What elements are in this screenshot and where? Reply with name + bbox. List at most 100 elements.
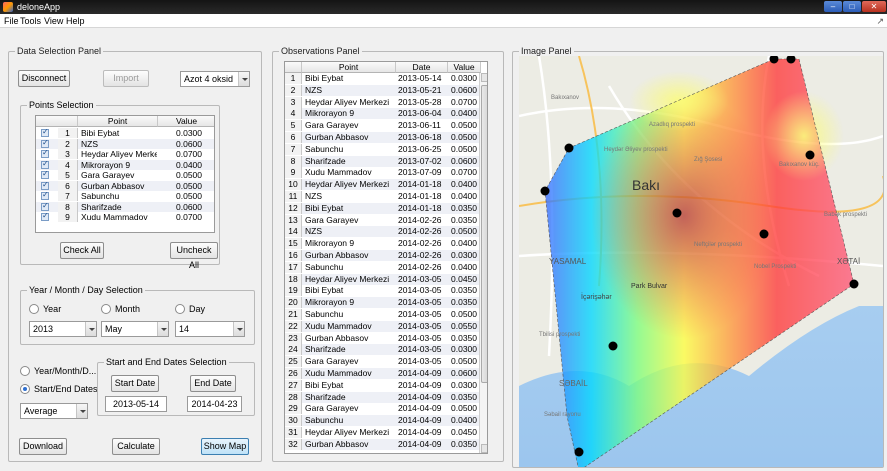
point-checkbox[interactable] xyxy=(41,169,49,179)
end-date-button[interactable]: End Date xyxy=(190,375,236,392)
observation-row[interactable]: 31 Heydar Aliyev Merkezi 2014-04-09 0.0450 xyxy=(285,427,479,438)
observations-table[interactable]: Point Date Value 1 Bibi Eybat 2013-05-14 0.… xyxy=(284,61,488,454)
menu-tools[interactable]: Tools xyxy=(20,16,41,26)
station-marker[interactable] xyxy=(574,447,584,457)
observation-row[interactable]: 20 Mikrorayon 9 2014-03-05 0.0350 xyxy=(285,297,479,309)
observation-row[interactable]: 21 Sabunchu 2014-03-05 0.0500 xyxy=(285,309,479,320)
observation-row[interactable]: 12 Bibi Eybat 2014-01-18 0.0350 xyxy=(285,202,479,214)
station-marker[interactable] xyxy=(849,279,859,289)
observation-row[interactable]: 19 Bibi Eybat 2014-03-05 0.0350 xyxy=(285,285,479,297)
scroll-up-icon[interactable] xyxy=(481,73,487,82)
observation-row[interactable]: 6 Gurban Abbasov 2013-06-18 0.0500 xyxy=(285,132,479,143)
menu-view[interactable]: View xyxy=(44,16,63,26)
point-checkbox[interactable] xyxy=(41,138,49,148)
point-checkbox[interactable] xyxy=(41,180,49,190)
observation-row[interactable]: 2 NZS 2013-05-21 0.0600 xyxy=(285,84,479,96)
show-map-button[interactable]: Show Map xyxy=(201,438,249,455)
points-row[interactable]: 9Xudu Mammadov 0.0700 xyxy=(36,211,214,222)
calculate-button[interactable]: Calculate xyxy=(112,438,160,455)
observation-row[interactable]: 7 Sabunchu 2013-06-25 0.0500 xyxy=(285,143,479,155)
points-row[interactable]: 4Mikrorayon 9 0.0400 xyxy=(36,159,214,170)
point-checkbox[interactable] xyxy=(41,127,49,137)
download-button[interactable]: Download xyxy=(19,438,67,455)
radio-start-end-dates[interactable]: Start/End Dates xyxy=(20,383,98,395)
close-button[interactable]: ✕ xyxy=(862,1,886,12)
pollutant-select[interactable]: Azot 4 oksid xyxy=(180,71,250,87)
radio-month[interactable]: Month xyxy=(101,303,140,315)
observations-scrollbar[interactable] xyxy=(479,73,487,453)
points-row[interactable]: 5Gara Garayev 0.0500 xyxy=(36,169,214,180)
obs-row-value: 0.0500 xyxy=(451,143,477,154)
start-date-field[interactable]: 2013-05-14 xyxy=(105,396,167,412)
station-marker[interactable] xyxy=(759,229,769,239)
menu-file[interactable]: File xyxy=(4,16,19,26)
observation-row[interactable]: 11 NZS 2014-01-18 0.0400 xyxy=(285,191,479,202)
pollution-map[interactable]: Bakı YASAMAL XƏTAİ Park Bulvar İçərişəhə… xyxy=(519,56,883,467)
obs-row-point: Heydar Aliyev Merkezi xyxy=(305,427,390,437)
observation-row[interactable]: 18 Heydar Aliyev Merkezi 2014-03-05 0.0450 xyxy=(285,273,479,285)
import-button[interactable]: Import xyxy=(103,70,149,87)
radio-day[interactable]: Day xyxy=(175,303,205,315)
obs-row-value: 0.0350 xyxy=(451,285,477,296)
station-marker[interactable] xyxy=(540,186,550,196)
observation-row[interactable]: 26 Xudu Mammadov 2014-04-09 0.0600 xyxy=(285,368,479,379)
point-checkbox[interactable] xyxy=(41,211,49,221)
start-date-button[interactable]: Start Date xyxy=(111,375,159,392)
observation-row[interactable]: 29 Gara Garayev 2014-04-09 0.0500 xyxy=(285,403,479,415)
station-marker[interactable] xyxy=(608,341,618,351)
obs-row-date: 2014-03-05 xyxy=(398,320,442,331)
point-checkbox[interactable] xyxy=(41,159,49,169)
disconnect-button[interactable]: Disconnect xyxy=(18,70,70,87)
end-date-field[interactable]: 2014-04-23 xyxy=(187,396,242,412)
points-row[interactable]: 1Bibi Eybat 0.0300 xyxy=(36,127,214,138)
observation-row[interactable]: 10 Heydar Aliyev Merkezi 2014-01-18 0.0400 xyxy=(285,179,479,191)
scroll-down-icon[interactable] xyxy=(481,444,487,453)
observation-row[interactable]: 4 Mikrorayon 9 2013-06-04 0.0400 xyxy=(285,108,479,120)
station-marker[interactable] xyxy=(805,150,815,160)
station-marker[interactable] xyxy=(564,143,574,153)
observation-row[interactable]: 15 Mikrorayon 9 2014-02-26 0.0400 xyxy=(285,238,479,250)
year-select[interactable]: 2013 xyxy=(29,321,97,337)
points-row[interactable]: 2NZS 0.0600 xyxy=(36,138,214,149)
observation-row[interactable]: 8 Sharifzade 2013-07-02 0.0600 xyxy=(285,155,479,167)
obs-row-number: 29 xyxy=(285,403,302,415)
observation-row[interactable]: 5 Gara Garayev 2013-06-11 0.0500 xyxy=(285,120,479,132)
aggregate-select[interactable]: Average xyxy=(20,403,88,419)
minimize-button[interactable]: – xyxy=(824,1,842,12)
observation-row[interactable]: 30 Sabunchu 2014-04-09 0.0400 xyxy=(285,415,479,427)
month-select[interactable]: May xyxy=(101,321,169,337)
observation-row[interactable]: 17 Sabunchu 2014-02-26 0.0400 xyxy=(285,261,479,273)
day-select[interactable]: 14 xyxy=(175,321,245,337)
observation-row[interactable]: 32 Gurban Abbasov 2014-04-09 0.0350 xyxy=(285,438,479,450)
observation-row[interactable]: 13 Gara Garayev 2014-02-26 0.0350 xyxy=(285,214,479,226)
observation-row[interactable]: 25 Gara Garayev 2014-03-05 0.0500 xyxy=(285,356,479,368)
uncheck-all-button[interactable]: Uncheck All xyxy=(170,242,218,270)
observation-row[interactable]: 9 Xudu Mammadov 2013-07-09 0.0700 xyxy=(285,167,479,179)
scrollbar-thumb[interactable] xyxy=(481,85,487,383)
observation-row[interactable]: 24 Sharifzade 2014-03-05 0.0300 xyxy=(285,344,479,356)
observation-row[interactable]: 23 Gurban Abbasov 2014-03-05 0.0350 xyxy=(285,332,479,344)
points-row[interactable]: 8Sharifzade 0.0600 xyxy=(36,201,214,212)
observation-row[interactable]: 27 Bibi Eybat 2014-04-09 0.0300 xyxy=(285,379,479,391)
point-checkbox[interactable] xyxy=(41,190,49,200)
radio-year[interactable]: Year xyxy=(29,303,61,315)
observation-row[interactable]: 14 NZS 2014-02-26 0.0500 xyxy=(285,226,479,238)
points-row[interactable]: 3Heydar Aliyev Merkezi 0.0700 xyxy=(36,148,214,159)
points-row[interactable]: 6Gurban Abbasov 0.0500 xyxy=(36,180,214,191)
point-checkbox[interactable] xyxy=(41,201,49,211)
check-all-button[interactable]: Check All xyxy=(60,242,104,259)
menu-help[interactable]: Help xyxy=(66,16,85,26)
points-table[interactable]: Point Value 1Bibi Eybat0.03002NZS0.06003… xyxy=(35,115,215,233)
obs-row-date: 2014-02-26 xyxy=(398,250,442,260)
maximize-button[interactable]: □ xyxy=(843,1,861,12)
toolbar-arrow-icon[interactable]: ↗ xyxy=(876,16,884,27)
observation-row[interactable]: 22 Xudu Mammadov 2014-03-05 0.0550 xyxy=(285,320,479,332)
observation-row[interactable]: 28 Sharifzade 2014-04-09 0.0350 xyxy=(285,391,479,403)
radio-year-month-day[interactable]: Year/Month/D... xyxy=(20,365,96,377)
observation-row[interactable]: 1 Bibi Eybat 2013-05-14 0.0300 xyxy=(285,73,479,84)
station-marker[interactable] xyxy=(672,208,682,218)
point-checkbox[interactable] xyxy=(41,148,49,158)
points-row[interactable]: 7Sabunchu 0.0500 xyxy=(36,190,214,201)
observation-row[interactable]: 3 Heydar Aliyev Merkezi 2013-05-28 0.0700 xyxy=(285,96,479,108)
observation-row[interactable]: 16 Gurban Abbasov 2014-02-26 0.0300 xyxy=(285,250,479,261)
